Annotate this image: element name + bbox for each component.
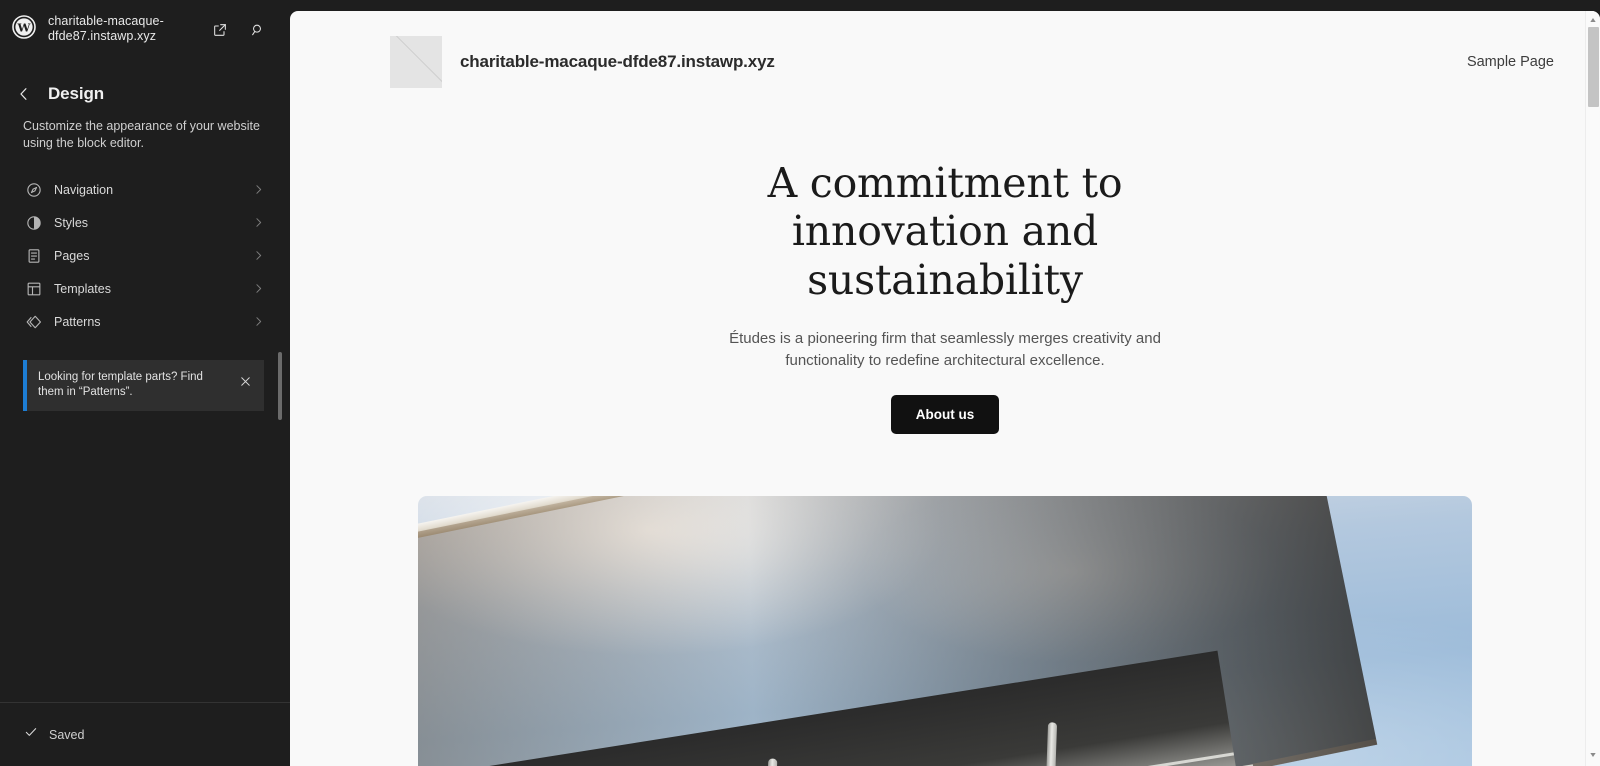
canvas-scrollbar-thumb[interactable] [1588,27,1599,107]
site-editor-app: W charitable-macaque-dfde87.instawp.xyz [0,0,1600,766]
canvas-scrollbar[interactable] [1585,11,1600,766]
hero-heading: A commitment to innovation and sustainab… [767,159,1123,304]
preview-site-nav: Sample Page [1467,54,1554,70]
sidebar-item-patterns[interactable]: Patterns [16,305,274,338]
sidebar-title-row: Design [0,52,290,106]
hero-section: A commitment to innovation and sustainab… [290,87,1600,766]
chevron-right-icon [250,215,266,231]
scroll-down-arrow-icon[interactable] [1586,748,1600,762]
chevron-right-icon [250,314,266,330]
page-title: Design [48,84,105,103]
sidebar-scrollbar-thumb[interactable] [278,352,282,420]
sidebar-item-styles[interactable]: Styles [16,206,274,239]
nav-link-sample-page[interactable]: Sample Page [1467,54,1554,70]
support-post [1043,722,1058,766]
sidebar-footer: Saved [0,702,290,766]
compass-icon [23,179,45,201]
chevron-right-icon [250,182,266,198]
chevron-left-icon[interactable] [12,82,36,106]
sidebar-item-navigation[interactable]: Navigation [16,173,274,206]
editor-sidebar: W charitable-macaque-dfde87.instawp.xyz [0,0,290,766]
support-post [764,758,778,766]
svg-text:W: W [17,21,32,35]
sidebar-item-label: Styles [54,215,89,230]
patterns-diamond-icon [23,311,45,333]
sidebar-item-label: Navigation [54,182,114,197]
preview-site-header: charitable-macaque-dfde87.instawp.xyz Sa… [290,11,1600,88]
contrast-half-circle-icon [23,212,45,234]
template-parts-notice: Looking for template parts? Find them in… [23,360,264,411]
sidebar-item-pages[interactable]: Pages [16,239,274,272]
search-icon[interactable] [244,16,272,44]
notice-text: Looking for template parts? Find them in… [38,371,203,398]
close-x-icon[interactable] [232,368,258,394]
sidebar-item-label: Patterns [54,314,101,329]
save-status[interactable]: Saved [23,724,84,745]
sidebar-item-templates[interactable]: Templates [16,272,274,305]
chevron-right-icon [250,248,266,264]
layout-template-icon [23,278,45,300]
sidebar-item-label: Pages [54,248,90,263]
hero-architecture-image[interactable] [418,496,1472,766]
check-icon [23,724,39,745]
sidebar-site-name: charitable-macaque-dfde87.instawp.xyz [48,14,164,43]
preview-site-title: charitable-macaque-dfde87.instawp.xyz [460,51,775,71]
sidebar-header: W charitable-macaque-dfde87.instawp.xyz [0,0,290,52]
sidebar-nav: Navigation Styles Pages Templates Patter… [0,173,290,338]
external-link-icon[interactable] [206,16,234,44]
page-lines-icon [23,245,45,267]
sidebar-header-actions [206,14,272,44]
site-preview-canvas[interactable]: charitable-macaque-dfde87.instawp.xyz Sa… [290,11,1600,766]
scroll-up-arrow-icon[interactable] [1586,13,1600,27]
about-us-button[interactable]: About us [890,395,1000,435]
site-logo-placeholder-icon[interactable] [390,35,442,88]
wordpress-logo-icon[interactable]: W [12,15,36,39]
chevron-right-icon [250,281,266,297]
sidebar-item-label: Templates [54,281,111,296]
save-status-label: Saved [49,727,85,742]
editor-canvas-wrapper: charitable-macaque-dfde87.instawp.xyz Sa… [290,0,1600,766]
hero-paragraph: Études is a pioneering firm that seamles… [729,330,1161,370]
sidebar-description: Customize the appearance of your website… [23,119,260,150]
